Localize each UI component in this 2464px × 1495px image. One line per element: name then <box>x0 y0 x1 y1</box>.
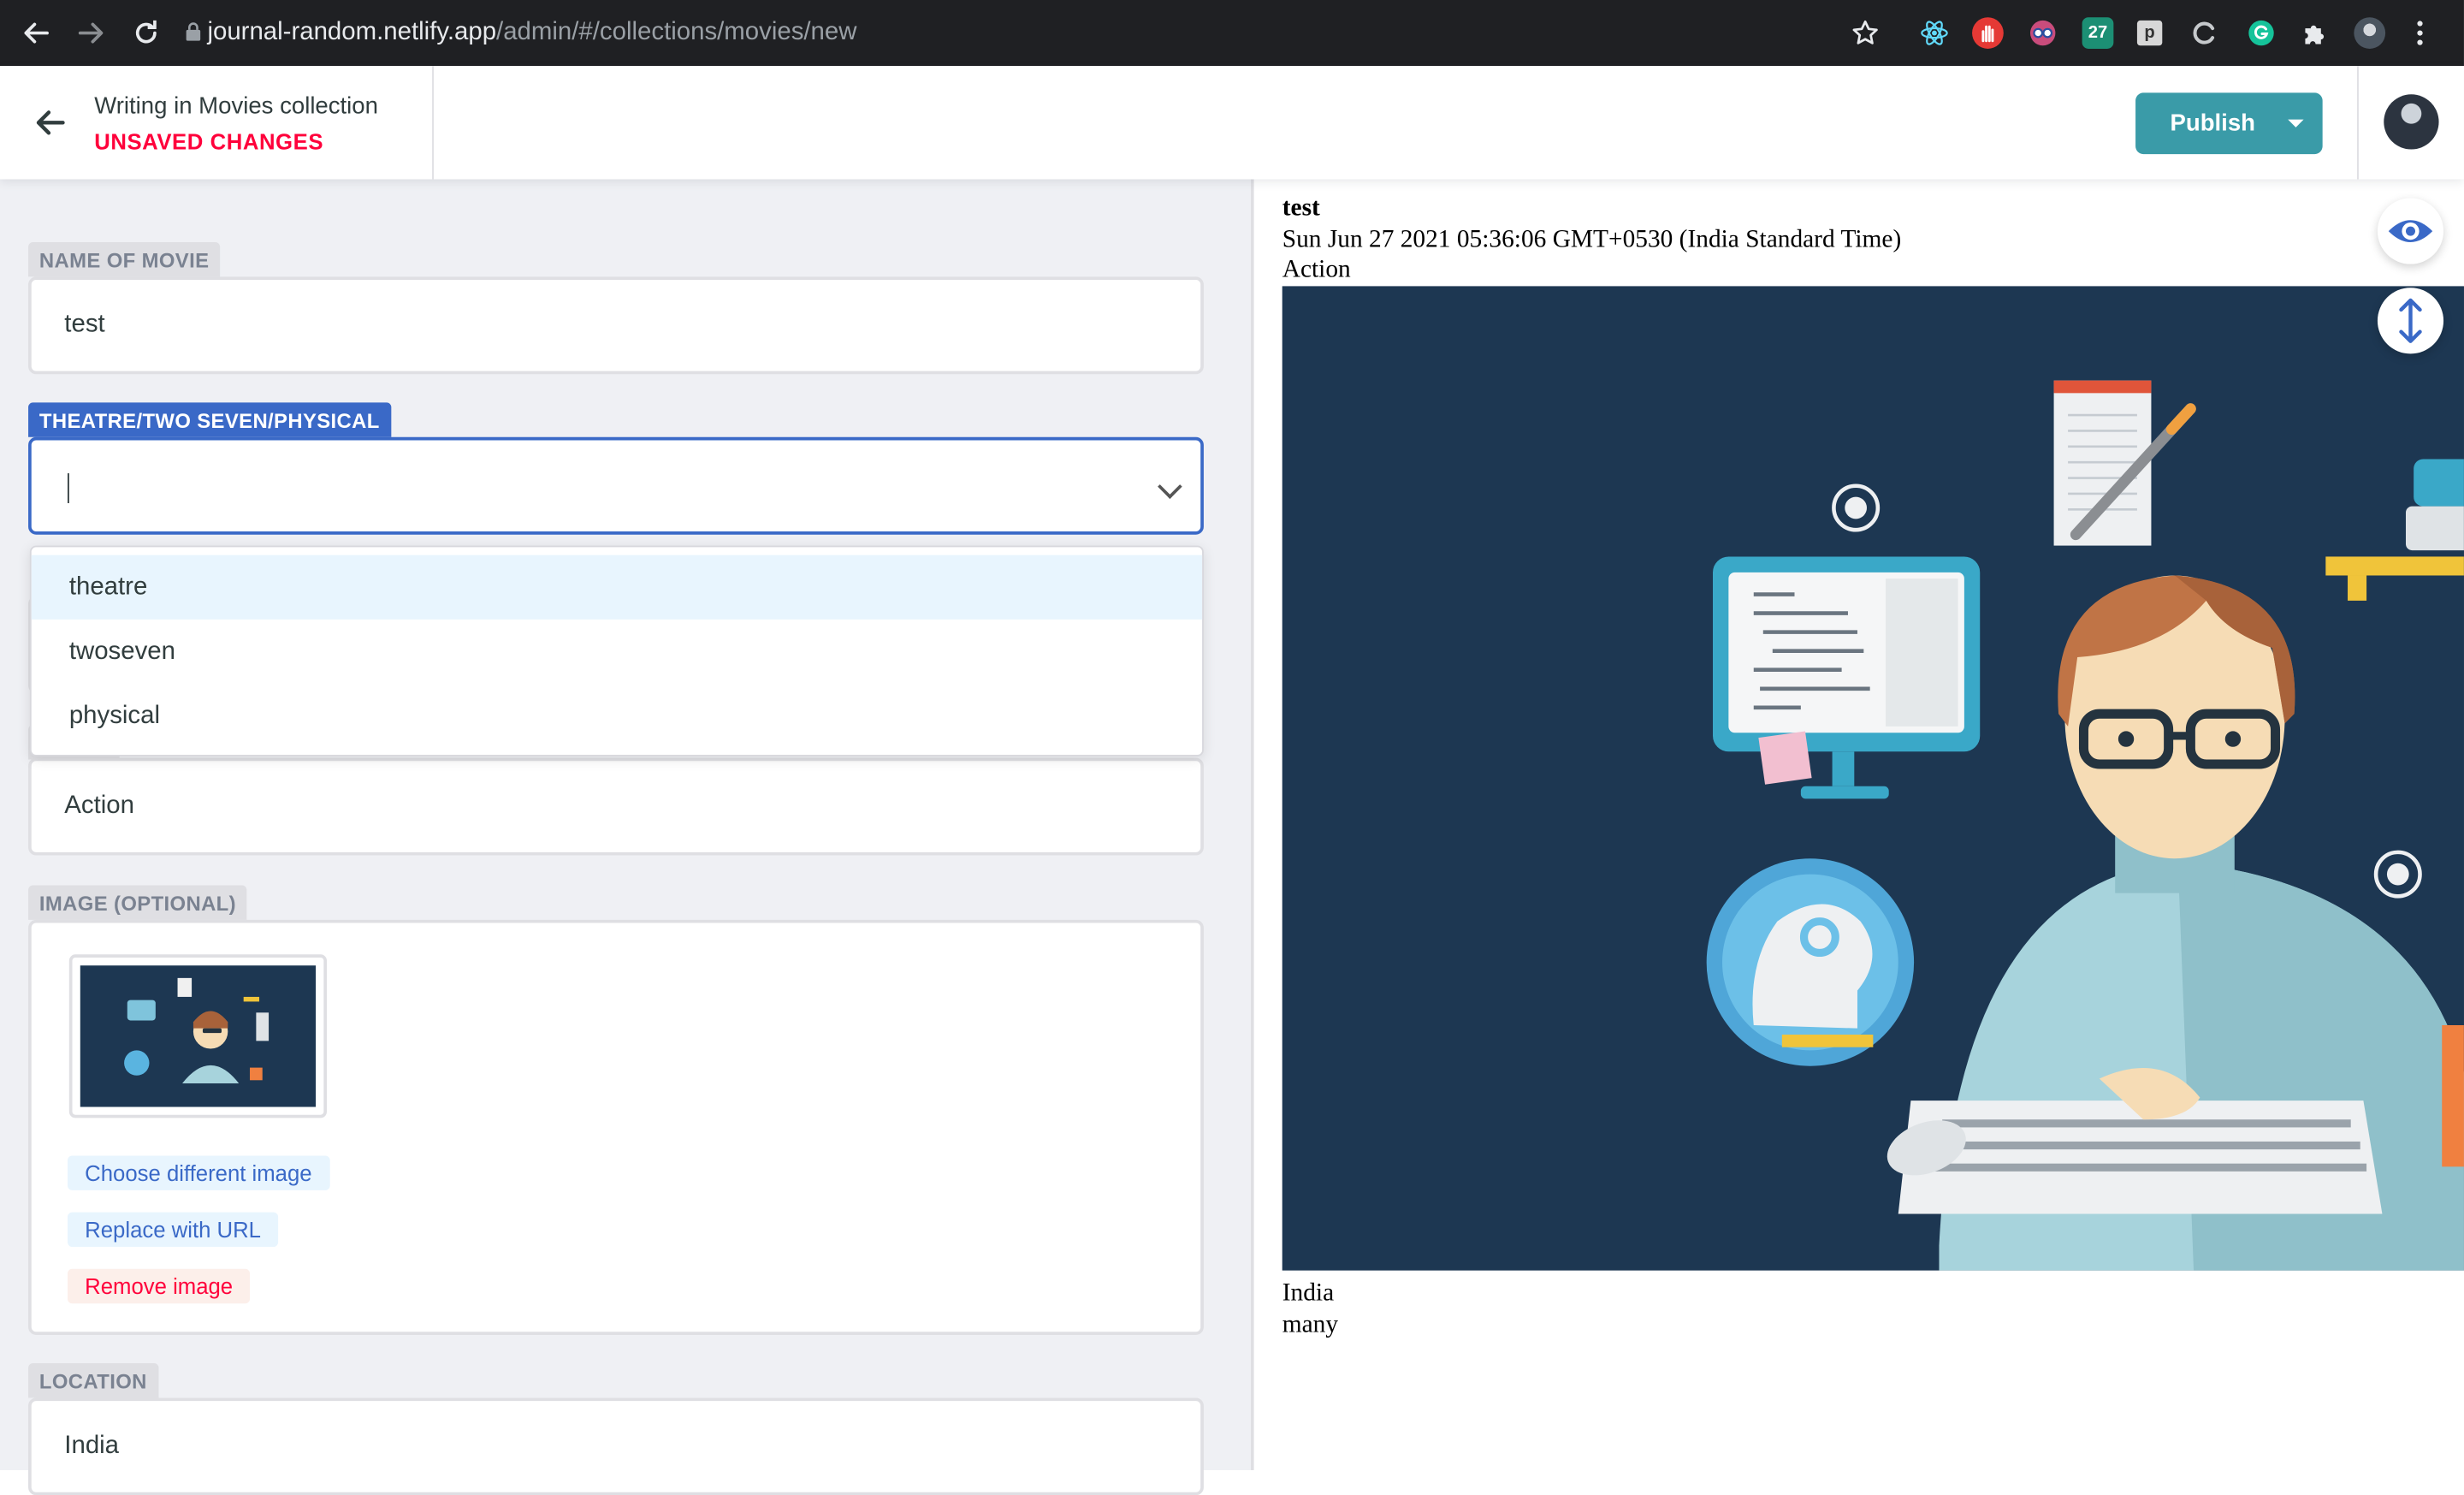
header-divider-right <box>2357 66 2359 180</box>
url-host: journal-random.netlify.app <box>207 19 497 46</box>
bookmark-star-icon[interactable] <box>1850 17 1881 49</box>
preview-genre: Action <box>1282 256 1351 283</box>
ext-p-label: p <box>2144 23 2155 43</box>
browser-reload-icon[interactable] <box>126 13 167 54</box>
publish-caret-icon[interactable] <box>2288 119 2304 128</box>
hand-stop-extension-icon[interactable] <box>1972 17 2004 49</box>
browser-back-icon[interactable] <box>15 13 56 54</box>
location-field-label: LOCATION <box>28 1363 158 1398</box>
toggle-preview-eye-icon[interactable] <box>2377 198 2444 264</box>
react-devtools-icon[interactable] <box>1919 17 1951 49</box>
location-field-value: India <box>64 1432 120 1460</box>
grammarly-extension-icon[interactable] <box>2246 17 2277 49</box>
glasses-extension-icon[interactable] <box>2027 17 2058 49</box>
user-avatar[interactable] <box>2384 94 2439 150</box>
calendar-27-extension-icon[interactable]: 27 <box>2082 17 2114 49</box>
dropdown-option-physical[interactable]: physical <box>32 684 1202 748</box>
ext-27-label: 27 <box>2088 23 2108 43</box>
genre-field-value: Action <box>64 792 134 820</box>
image-field: Choose different image Replace with URL … <box>28 919 1204 1335</box>
developer-illustration <box>1282 286 2464 1271</box>
tag-dropdown-menu: theatre twoseven physical <box>29 545 1204 756</box>
publish-button[interactable]: Publish <box>2135 92 2323 155</box>
preview-extra: many <box>1282 1311 1339 1338</box>
text-cursor <box>67 473 69 503</box>
choose-image-button[interactable]: Choose different image <box>67 1155 329 1190</box>
address-bar[interactable]: journal-random.netlify.app/admin/#/colle… <box>207 13 856 54</box>
name-field-label: NAME OF MOVIE <box>28 241 221 277</box>
editor-pane: NAME OF MOVIE test THEATRE/TWO SEVEN/PHY… <box>0 179 1254 1495</box>
extensions-puzzle-icon[interactable] <box>2299 17 2331 49</box>
back-arrow-icon[interactable] <box>32 104 69 141</box>
collection-label: Writing in Movies collection <box>94 92 378 120</box>
preview-location: India <box>1282 1279 1335 1307</box>
preview-title: test <box>1282 194 1320 222</box>
header-divider <box>432 66 434 180</box>
tag-field-label: THEATRE/TWO SEVEN/PHYSICAL <box>28 402 391 437</box>
publish-label: Publish <box>2170 110 2255 137</box>
location-field[interactable]: India <box>28 1397 1204 1495</box>
unsaved-status: UNSAVED CHANGES <box>94 128 324 155</box>
dropdown-option-theatre[interactable]: theatre <box>31 555 1203 620</box>
browser-forward-icon[interactable] <box>71 13 112 54</box>
remove-image-button[interactable]: Remove image <box>67 1268 251 1304</box>
name-field[interactable]: test <box>28 276 1204 375</box>
sync-scroll-arrows-icon[interactable] <box>2377 288 2444 354</box>
tag-select-input[interactable] <box>28 436 1204 535</box>
lock-icon <box>186 22 201 41</box>
thumbnail-illustration <box>80 965 317 1107</box>
image-thumbnail <box>68 954 328 1118</box>
preview-image <box>1282 286 2464 1271</box>
dropdown-option-twoseven[interactable]: twoseven <box>32 620 1202 684</box>
browser-menu-kebab-icon[interactable] <box>2410 17 2429 49</box>
genre-field[interactable]: Action <box>28 757 1204 856</box>
refresh-extension-icon[interactable] <box>2189 17 2221 49</box>
name-field-value: test <box>64 311 105 339</box>
editor-header: Writing in Movies collection UNSAVED CHA… <box>0 66 2464 180</box>
p-extension-icon[interactable]: p <box>2136 20 2163 46</box>
image-field-label: IMAGE (OPTIONAL) <box>28 885 247 920</box>
url-path: /admin/#/collections/movies/new <box>496 19 857 46</box>
chevron-down-icon[interactable] <box>1158 474 1182 499</box>
preview-date: Sun Jun 27 2021 05:36:06 GMT+0530 (India… <box>1282 226 1902 253</box>
replace-url-button[interactable]: Replace with URL <box>67 1212 279 1248</box>
browser-toolbar: journal-random.netlify.app/admin/#/colle… <box>0 0 2464 67</box>
profile-avatar[interactable] <box>2354 17 2386 49</box>
preview-pane: test Sun Jun 27 2021 05:36:06 GMT+0530 (… <box>1253 179 2464 1470</box>
